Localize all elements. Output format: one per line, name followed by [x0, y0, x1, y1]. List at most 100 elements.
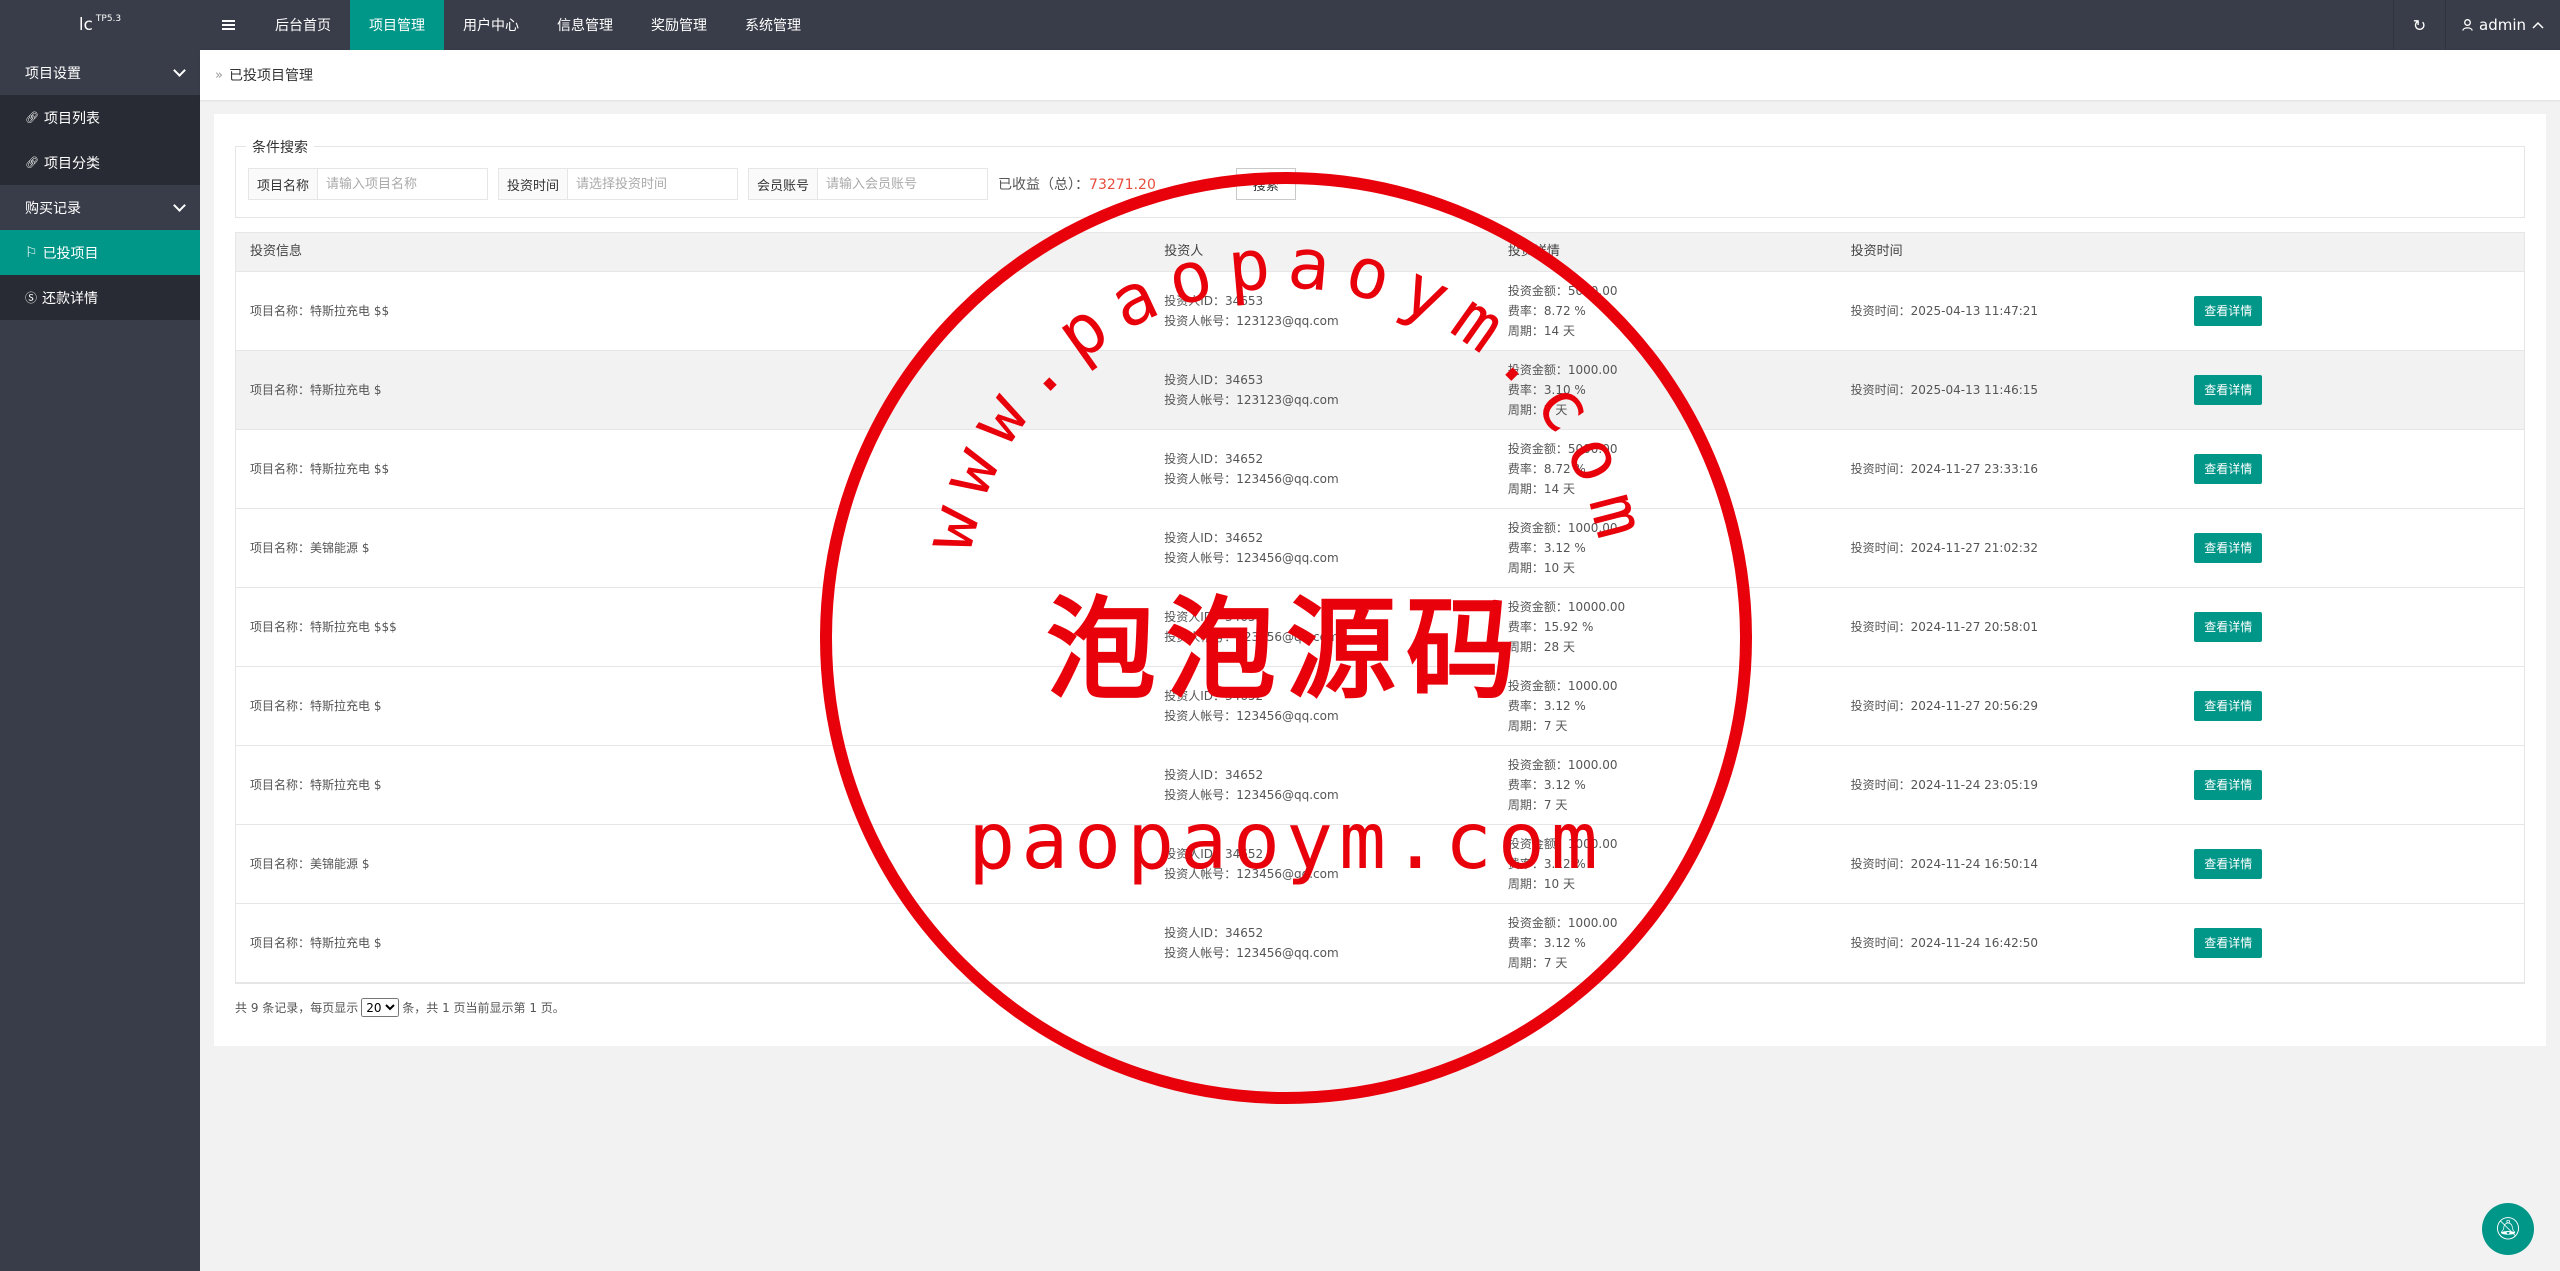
view-detail-button[interactable]: 查看详情 — [2194, 454, 2263, 484]
view-detail-button[interactable]: 查看详情 — [2194, 849, 2263, 879]
investment-period: 周期：7 天 — [1507, 798, 1568, 812]
sidebar-item[interactable]: 🔗︎ 项目列表 — [0, 95, 200, 140]
top-nav-item[interactable]: 用户中心 — [444, 0, 538, 50]
project-name: 项目名称：特斯拉充电 $ — [250, 699, 382, 713]
search-panel: 条件搜索 项目名称 投资时间 会员账号 已收益（总）：73271.20 搜索 — [235, 137, 2525, 218]
view-detail-button[interactable]: 查看详情 — [2194, 296, 2263, 326]
investment-time-cell: 投资时间：2024-11-24 16:50:14 — [1837, 825, 2181, 903]
breadcrumb: » 已投项目管理 — [200, 50, 2560, 100]
investment-amount: 投资金额：1000.00 — [1507, 837, 1618, 851]
action-cell: 查看详情 — [2180, 667, 2524, 745]
logo-text: lc — [78, 15, 93, 35]
view-detail-button[interactable]: 查看详情 — [2194, 928, 2263, 958]
project-name: 项目名称：特斯拉充电 $$$ — [250, 620, 397, 634]
investment-rate: 费率：8.72 % — [1507, 462, 1586, 476]
invest-time-input[interactable] — [568, 168, 739, 200]
refresh-button[interactable]: ↻ — [2393, 0, 2445, 50]
investment-time: 投资时间：2024-11-24 16:50:14 — [1850, 857, 2039, 871]
pager-prefix: 共 9 条记录，每页显示 — [235, 1001, 359, 1015]
investment-detail-cell: 投资金额：5000.00 费率：8.72 % 周期：14 天 — [1494, 430, 1837, 508]
top-nav-item[interactable]: 系统管理 — [726, 0, 820, 50]
top-nav-item[interactable]: 项目管理 — [350, 0, 444, 50]
sidebar-item[interactable]: Ⓢ 还款详情 — [0, 275, 200, 320]
view-detail-button[interactable]: 查看详情 — [2194, 612, 2263, 642]
investment-time-cell: 投资时间：2024-11-27 21:02:32 — [1837, 509, 2181, 587]
page-size-select[interactable]: 20 — [361, 998, 400, 1017]
investor-cell: 投资人ID：34652 投资人帐号：123456@qq.com — [1150, 509, 1494, 587]
investor-cell: 投资人ID：34652 投资人帐号：123456@qq.com — [1150, 825, 1494, 903]
top-nav-item[interactable]: 后台首页 — [256, 0, 350, 50]
investor-cell: 投资人ID：34652 投资人帐号：123456@qq.com — [1150, 588, 1494, 666]
version-label: TP5.3 — [95, 14, 122, 24]
sidebar-item[interactable]: 🔗︎ 项目分类 — [0, 140, 200, 185]
investment-period: 周期：7 天 — [1507, 403, 1568, 417]
investment-time-cell: 投资时间：2024-11-27 23:33:16 — [1837, 430, 2181, 508]
user-menu[interactable]: admin — [2445, 0, 2560, 50]
sidebar-item-label: 项目分类 — [43, 155, 100, 172]
menu-toggle-button[interactable] — [200, 0, 256, 50]
investment-time: 投资时间：2024-11-24 23:05:19 — [1850, 778, 2039, 792]
pagination: 共 9 条记录，每页显示 20 条，共 1 页当前显示第 1 页。 — [235, 998, 565, 1017]
table-body: 项目名称：特斯拉充电 $$ 投资人ID：34653 投资人帐号：123123@qq.… — [236, 272, 2524, 983]
investment-amount: 投资金额：5000.00 — [1507, 442, 1618, 456]
sidebar-group[interactable]: 项目设置 — [0, 50, 200, 95]
sidebar-item[interactable]: ⚐ 已投项目 — [0, 230, 200, 275]
investment-time: 投资时间：2024-11-27 20:58:01 — [1850, 620, 2039, 634]
investment-time-cell: 投资时间：2025-04-13 11:46:15 — [1837, 351, 2181, 429]
investor-id: 投资人ID：34652 — [1164, 847, 1264, 861]
username: admin — [2479, 16, 2526, 34]
investment-detail-cell: 投资金额：1000.00 费率：3.12 % 周期：7 天 — [1494, 746, 1837, 824]
investment-time-cell: 投资时间：2025-04-13 11:47:21 — [1837, 272, 2181, 350]
floating-action-button[interactable]: 🔕︎ — [2482, 1203, 2534, 1255]
refresh-icon: ↻ — [2412, 15, 2427, 35]
investment-info-cell: 项目名称：特斯拉充电 $ — [236, 904, 1150, 982]
earnings-value: 73271.20 — [1089, 177, 1156, 193]
investor-id: 投资人ID：34652 — [1164, 531, 1264, 545]
project-name-field: 项目名称 — [248, 168, 489, 200]
table-row: 项目名称：特斯拉充电 $ 投资人ID：34653 投资人帐号：123123@qq.c… — [236, 351, 2524, 430]
chevron-up-icon — [2532, 21, 2544, 29]
project-name: 项目名称：特斯拉充电 $$ — [250, 462, 390, 476]
investment-amount: 投资金额：1000.00 — [1507, 758, 1618, 772]
investment-rate: 费率：3.10 % — [1507, 383, 1586, 397]
chevron-down-icon — [173, 199, 186, 212]
investment-rate: 费率：3.12 % — [1507, 857, 1586, 871]
investor-account: 投资人帐号：123456@qq.com — [1164, 551, 1339, 565]
top-nav-item[interactable]: 奖励管理 — [632, 0, 726, 50]
investment-info-cell: 项目名称：特斯拉充电 $ — [236, 351, 1150, 429]
flag-icon: ⚐ — [25, 244, 38, 261]
sidebar-item-label: 已投项目 — [42, 245, 99, 262]
top-nav-item[interactable]: 信息管理 — [538, 0, 632, 50]
investor-cell: 投资人ID：34652 投资人帐号：123456@qq.com — [1150, 667, 1494, 745]
search-legend: 条件搜索 — [246, 137, 314, 157]
chevron-down-icon — [173, 64, 186, 77]
sidebar-group[interactable]: 购买记录 — [0, 185, 200, 230]
project-name: 项目名称：特斯拉充电 $ — [250, 778, 382, 792]
investor-cell: 投资人ID：34652 投资人帐号：123456@qq.com — [1150, 904, 1494, 982]
search-button[interactable]: 搜索 — [1235, 168, 1296, 200]
action-cell: 查看详情 — [2180, 272, 2524, 350]
sidebar-item-label: 还款详情 — [42, 290, 99, 307]
investor-account: 投资人帐号：123456@qq.com — [1164, 946, 1339, 960]
top-navbar: lc TP5.3 后台首页 项目管理 用户中心 信息管理 奖励管理 系统管理 ↻ admi… — [0, 0, 2560, 50]
investment-time: 投资时间：2024-11-24 16:42:50 — [1850, 936, 2039, 950]
project-name-input[interactable] — [318, 168, 489, 200]
view-detail-button[interactable]: 查看详情 — [2194, 533, 2263, 563]
table-row: 项目名称：特斯拉充电 $ 投资人ID：34652 投资人帐号：123456@qq.c… — [236, 904, 2524, 983]
investor-account: 投资人帐号：123123@qq.com — [1164, 314, 1339, 328]
investment-time: 投资时间：2025-04-13 11:46:15 — [1850, 383, 2039, 397]
breadcrumb-separator-icon: » — [215, 67, 223, 83]
earnings-label: 已收益（总）： — [998, 177, 1090, 193]
view-detail-button[interactable]: 查看详情 — [2194, 375, 2263, 405]
view-detail-button[interactable]: 查看详情 — [2194, 770, 2263, 800]
investment-amount: 投资金额：1000.00 — [1507, 363, 1618, 377]
investor-id: 投资人ID：34652 — [1164, 452, 1264, 466]
investor-account: 投资人帐号：123456@qq.com — [1164, 867, 1339, 881]
investor-account: 投资人帐号：123456@qq.com — [1164, 472, 1339, 486]
member-account-input[interactable] — [818, 168, 989, 200]
investor-cell: 投资人ID：34653 投资人帐号：123123@qq.com — [1150, 272, 1494, 350]
logo[interactable]: lc TP5.3 — [0, 0, 200, 50]
table-row: 项目名称：美锦能源 $ 投资人ID：34652 投资人帐号：123456@qq.co… — [236, 509, 2524, 588]
view-detail-button[interactable]: 查看详情 — [2194, 691, 2263, 721]
member-account-label: 会员账号 — [748, 168, 819, 200]
